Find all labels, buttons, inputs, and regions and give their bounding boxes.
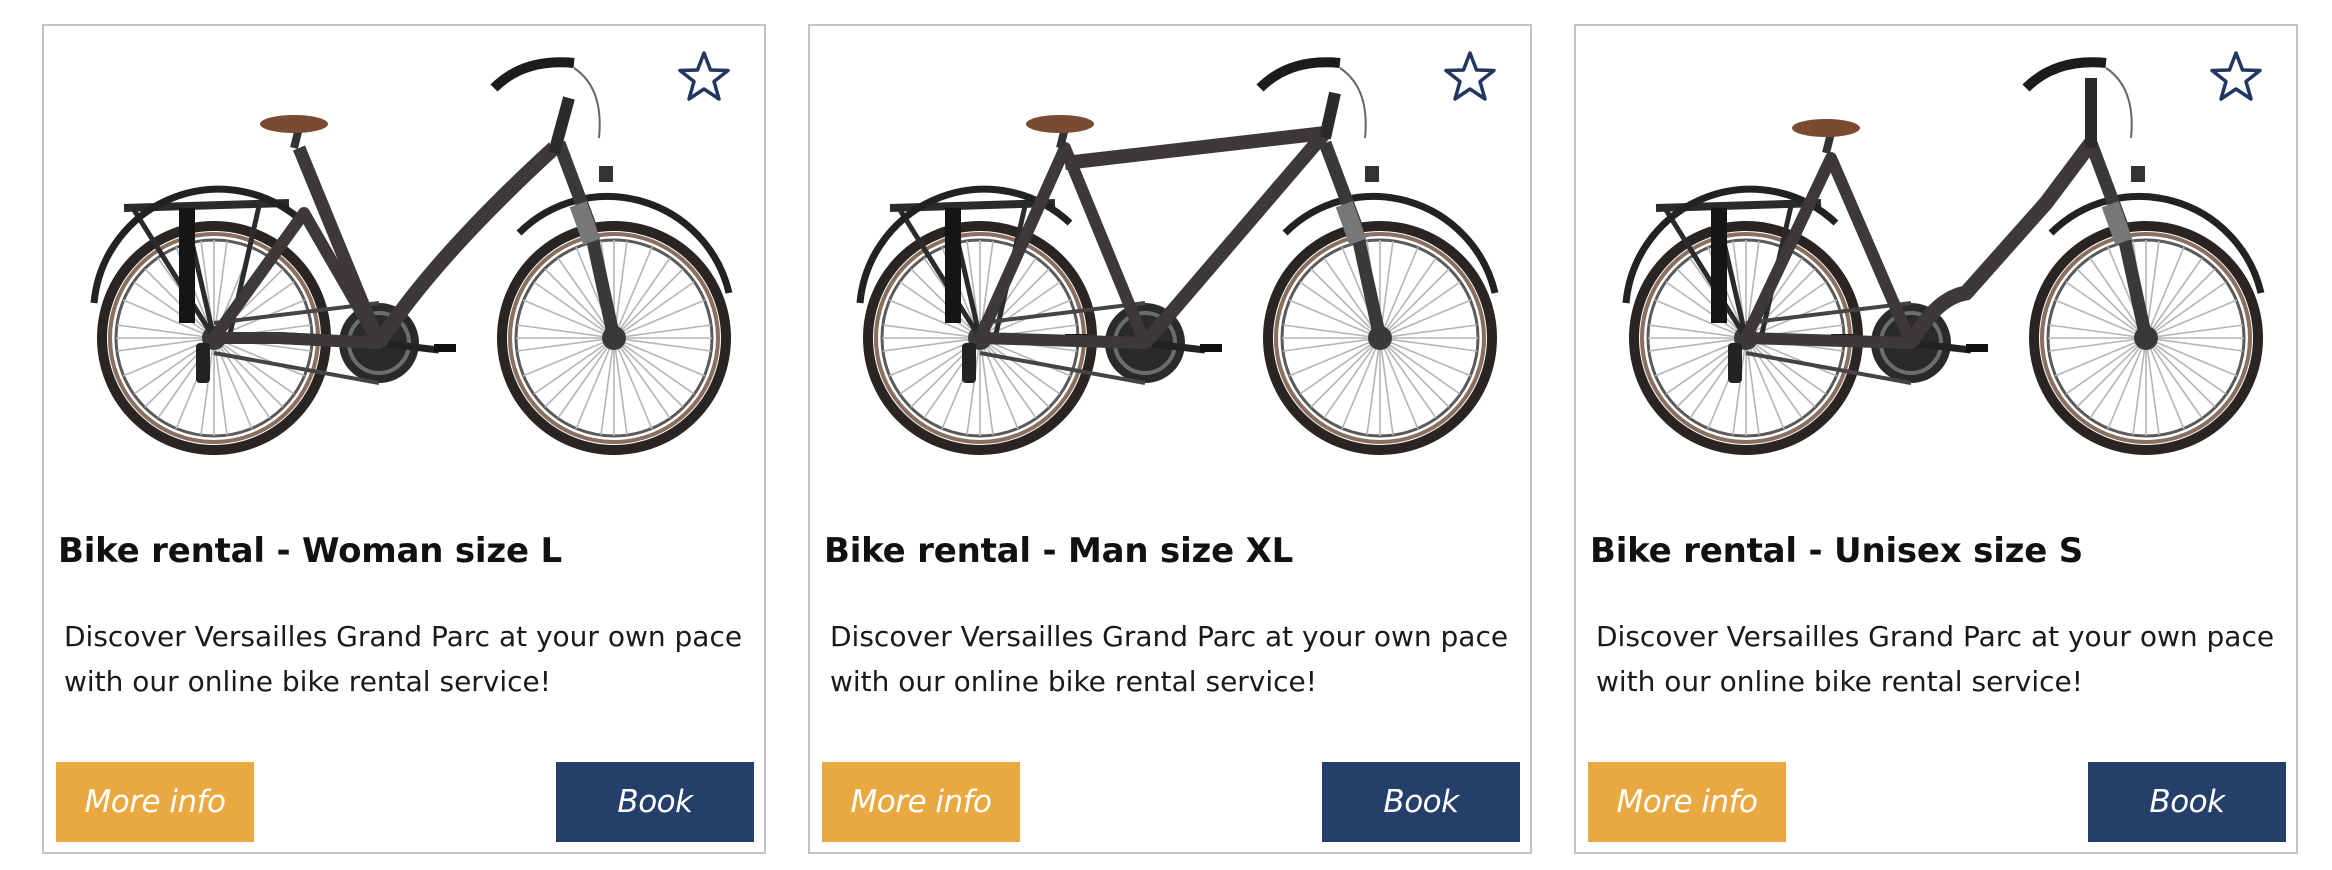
book-button[interactable]: Book: [556, 762, 754, 842]
product-description: Discover Versailles Grand Parc at your o…: [1596, 620, 2275, 698]
bicycle-image: [1586, 38, 2286, 518]
star-outline-icon[interactable]: [2206, 48, 2266, 108]
book-button[interactable]: Book: [2088, 762, 2286, 842]
product-card: Bike rental - Unisex size S Discover Ver…: [1574, 24, 2298, 854]
product-description: Discover Versailles Grand Parc at your o…: [830, 620, 1509, 698]
star-outline-icon[interactable]: [674, 48, 734, 108]
bicycle-image: [820, 38, 1520, 518]
more-info-button[interactable]: More info: [1588, 762, 1786, 842]
more-info-button[interactable]: More info: [56, 762, 254, 842]
product-title: Bike rental - Unisex size S: [1590, 531, 2084, 571]
bicycle-image: [54, 38, 754, 518]
more-info-button[interactable]: More info: [822, 762, 1020, 842]
book-button[interactable]: Book: [1322, 762, 1520, 842]
product-card: Bike rental - Woman size L Discover Vers…: [42, 24, 766, 854]
star-outline-icon[interactable]: [1440, 48, 1500, 108]
product-card: Bike rental - Man size XL Discover Versa…: [808, 24, 1532, 854]
product-description: Discover Versailles Grand Parc at your o…: [64, 620, 743, 698]
product-title: Bike rental - Man size XL: [824, 531, 1294, 571]
product-title: Bike rental - Woman size L: [58, 531, 562, 571]
